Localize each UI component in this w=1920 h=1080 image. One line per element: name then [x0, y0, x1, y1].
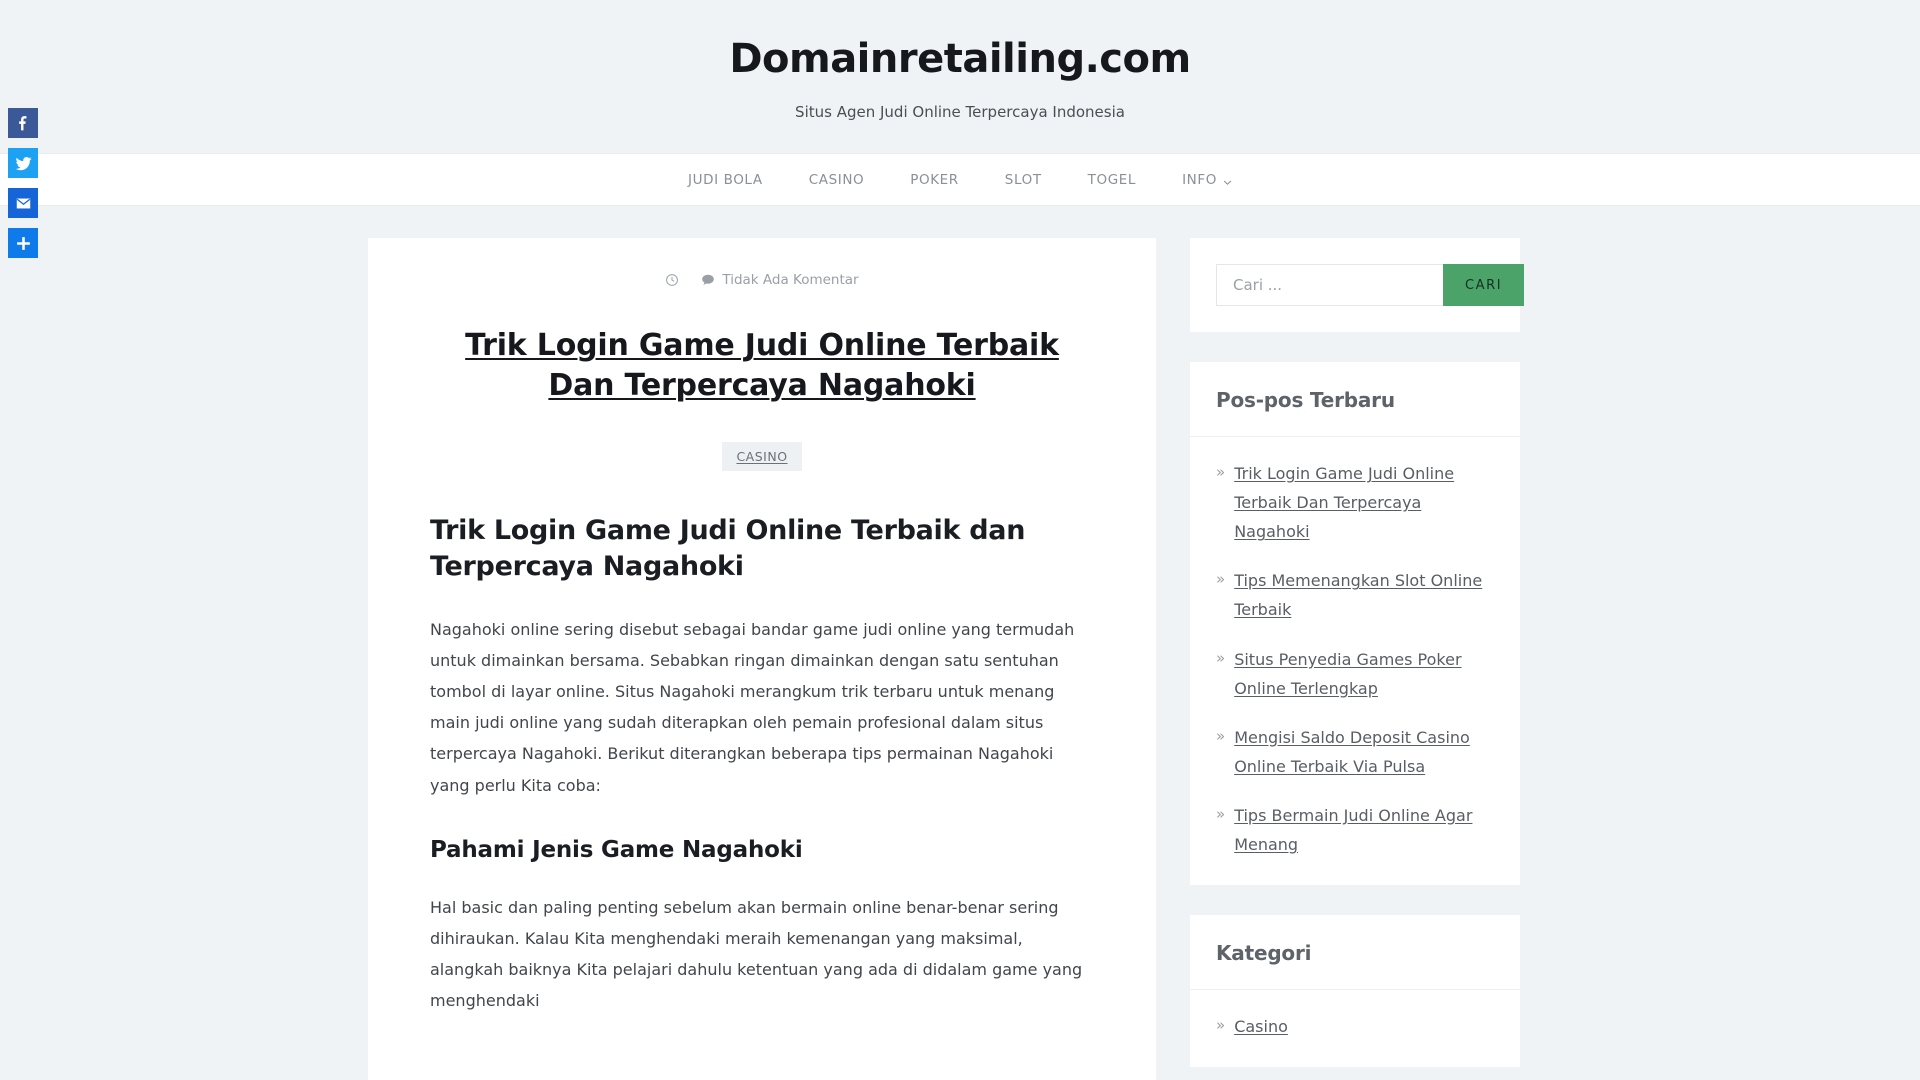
- clock-icon: [665, 273, 679, 287]
- post-category-link[interactable]: CASINO: [736, 449, 787, 464]
- post-comments[interactable]: Tidak Ada Komentar: [701, 272, 859, 288]
- share-plus-icon: [15, 235, 32, 252]
- twitter-icon: [15, 155, 32, 172]
- list-item: » Tips Bermain Judi Online Agar Menang: [1216, 801, 1494, 859]
- search-widget: CARI: [1190, 238, 1525, 332]
- nav-item-togel[interactable]: TOGEL: [1065, 172, 1159, 188]
- share-email-button[interactable]: [8, 188, 38, 218]
- list-item: » Casino: [1216, 1012, 1494, 1041]
- recent-post-link[interactable]: Mengisi Saldo Deposit Casino Online Terb…: [1234, 723, 1494, 781]
- primary-navigation: JUDI BOLA CASINO POKER SLOT TOGEL INFO: [0, 153, 1920, 206]
- post-paragraph-1: Nagahoki online sering disebut sebagai b…: [430, 619, 1075, 795]
- list-item: » Situs Penyedia Games Poker Online Terl…: [1216, 645, 1494, 703]
- list-marker-icon: »: [1216, 1016, 1226, 1035]
- share-facebook-button[interactable]: [8, 108, 38, 138]
- nav-list: JUDI BOLA CASINO POKER SLOT TOGEL INFO: [665, 172, 1255, 188]
- search-input[interactable]: [1216, 264, 1443, 306]
- recent-post-link[interactable]: Situs Penyedia Games Poker Online Terlen…: [1234, 645, 1494, 703]
- post-category-row: CASINO: [430, 441, 1094, 471]
- categories-title: Kategori: [1190, 915, 1520, 991]
- post-comments-label: Tidak Ada Komentar: [722, 272, 859, 288]
- post-heading-1: Trik Login Game Judi Online Terbaik dan …: [430, 514, 1026, 583]
- categories-list: » Casino: [1216, 1012, 1494, 1041]
- share-more-button[interactable]: [8, 228, 38, 258]
- list-marker-icon: »: [1216, 463, 1226, 481]
- post-title-link[interactable]: Trik Login Game Judi Online Terbaik Dan …: [465, 328, 1059, 403]
- nav-item-poker[interactable]: POKER: [887, 172, 982, 188]
- nav-item-label: POKER: [910, 171, 959, 188]
- list-item: » Trik Login Game Judi Online Terbaik Da…: [1216, 459, 1494, 546]
- nav-item-judi-bola[interactable]: JUDI BOLA: [665, 172, 786, 188]
- post-heading-2: Pahami Jenis Game Nagahoki: [430, 836, 803, 863]
- nav-item-label: JUDI BOLA: [688, 171, 763, 188]
- recent-posts-list: » Trik Login Game Judi Online Terbaik Da…: [1216, 459, 1494, 859]
- nav-item-info[interactable]: INFO: [1159, 172, 1255, 188]
- nav-item-label: CASINO: [808, 171, 865, 188]
- post-date[interactable]: [665, 273, 679, 287]
- recent-posts-body: » Trik Login Game Judi Online Terbaik Da…: [1190, 437, 1520, 885]
- comment-icon: [701, 273, 715, 287]
- list-marker-icon: »: [1216, 570, 1226, 589]
- post-title: Trik Login Game Judi Online Terbaik Dan …: [430, 326, 1094, 406]
- recent-post-link[interactable]: Tips Bermain Judi Online Agar Menang: [1234, 801, 1494, 859]
- post-paragraph-2: Hal basic dan paling penting sebelum aka…: [430, 897, 1083, 1011]
- page-wrapper: Tidak Ada Komentar Trik Login Game Judi …: [368, 206, 1552, 1080]
- chevron-down-icon: [1223, 175, 1232, 185]
- categories-widget: Kategori » Casino: [1190, 915, 1520, 1068]
- post-meta: Tidak Ada Komentar: [430, 272, 1094, 288]
- facebook-icon: [15, 115, 31, 131]
- category-link[interactable]: Casino: [1234, 1012, 1288, 1041]
- recent-posts-title: Pos-pos Terbaru: [1190, 362, 1520, 437]
- search-form: CARI: [1216, 264, 1525, 306]
- list-marker-icon: »: [1216, 804, 1226, 823]
- categories-body: » Casino: [1190, 990, 1520, 1067]
- nav-item-label: INFO: [1182, 171, 1217, 188]
- nav-item-label: SLOT: [1004, 171, 1042, 188]
- list-item: » Mengisi Saldo Deposit Casino Online Te…: [1216, 723, 1494, 781]
- sidebar: CARI Pos-pos Terbaru » Trik Login Game J…: [1190, 238, 1525, 1080]
- post-category-badge[interactable]: CASINO: [722, 441, 802, 471]
- list-marker-icon: »: [1216, 726, 1226, 745]
- recent-post-link[interactable]: Tips Memenangkan Slot Online Terbaik: [1234, 566, 1494, 624]
- email-icon: [15, 195, 32, 212]
- site-header: Domainretailing.com Situs Agen Judi Onli…: [0, 0, 1920, 153]
- site-tagline: Situs Agen Judi Online Terpercaya Indone…: [795, 103, 1125, 121]
- list-item: » Tips Memenangkan Slot Online Terbaik: [1216, 566, 1494, 624]
- recent-posts-widget: Pos-pos Terbaru » Trik Login Game Judi O…: [1190, 362, 1520, 886]
- nav-item-casino[interactable]: CASINO: [786, 172, 888, 188]
- main-content: Tidak Ada Komentar Trik Login Game Judi …: [368, 238, 1156, 1080]
- nav-item-slot[interactable]: SLOT: [982, 172, 1065, 188]
- nav-item-label: TOGEL: [1087, 171, 1137, 188]
- list-marker-icon: »: [1216, 648, 1226, 667]
- site-title: Domainretailing.com: [0, 36, 1920, 82]
- site-title-link[interactable]: Domainretailing.com: [729, 36, 1191, 82]
- recent-post-link[interactable]: Trik Login Game Judi Online Terbaik Dan …: [1234, 459, 1494, 546]
- share-twitter-button[interactable]: [8, 148, 38, 178]
- search-submit-button[interactable]: CARI: [1443, 264, 1525, 306]
- social-share-rail: [8, 108, 38, 268]
- post-article: Tidak Ada Komentar Trik Login Game Judi …: [368, 238, 1156, 1080]
